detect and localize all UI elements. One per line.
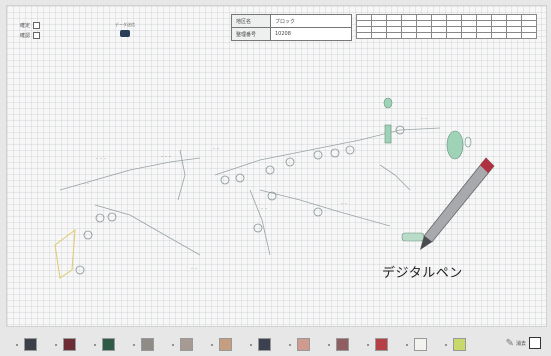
swatch-item (367, 338, 406, 351)
bullet (133, 343, 135, 346)
pen-caption: デジタルペン (382, 266, 463, 281)
bullet (406, 343, 408, 346)
bullet (55, 343, 57, 346)
swatch-item (445, 338, 484, 351)
color-swatch-11[interactable] (414, 338, 427, 351)
bullet (289, 343, 291, 346)
color-swatch-4[interactable] (141, 338, 154, 351)
swatch-item (172, 338, 211, 351)
color-swatch-3[interactable] (102, 338, 115, 351)
color-palette (0, 333, 551, 356)
swatch-item (211, 338, 250, 351)
tool-area: ✎ 消去 (506, 337, 541, 349)
highlighted-shapes (54, 97, 472, 279)
color-swatch-9[interactable] (336, 338, 349, 351)
swatch-item (55, 338, 94, 351)
swatch-item (16, 338, 55, 351)
bullet (328, 343, 330, 346)
svg-text:・・・: ・・・ (95, 156, 107, 161)
color-swatch-12[interactable] (453, 338, 466, 351)
bullet (250, 343, 252, 346)
sketch-layer: ・・・ ・・・・・ ・・・・・・ ・・・・ (54, 97, 495, 279)
svg-text:・・: ・・ (340, 201, 348, 206)
pen-icon[interactable]: ✎ (506, 338, 514, 349)
svg-text:・・: ・・ (190, 266, 198, 271)
road-lines (59, 127, 441, 256)
square-icon[interactable] (529, 337, 541, 349)
color-swatch-2[interactable] (63, 338, 76, 351)
digital-pen[interactable] (420, 157, 495, 250)
svg-text:・・: ・・ (420, 116, 428, 121)
bullet (445, 343, 447, 346)
color-swatch-10[interactable] (375, 338, 388, 351)
swatch-item (406, 338, 445, 351)
color-swatch-8[interactable] (297, 338, 310, 351)
bullet (172, 343, 174, 346)
swatch-item (94, 338, 133, 351)
color-swatch-5[interactable] (180, 338, 193, 351)
sketch-labels: ・・・ ・・・・・ ・・・・・・ ・・・・ (82, 116, 428, 271)
swatch-item (133, 338, 172, 351)
svg-text:・・・: ・・・ (160, 154, 172, 159)
color-swatch-6[interactable] (219, 338, 232, 351)
color-swatch-1[interactable] (24, 338, 37, 351)
svg-text:・・: ・・ (212, 146, 220, 151)
bullet (94, 343, 96, 346)
markers (75, 125, 405, 275)
bullet (211, 343, 213, 346)
swatch-item (328, 338, 367, 351)
erase-label[interactable]: 消去 (516, 340, 526, 347)
svg-text:・・: ・・ (260, 206, 268, 211)
bullet (16, 343, 18, 346)
swatch-item (250, 338, 289, 351)
color-swatch-7[interactable] (258, 338, 271, 351)
swatch-item (289, 338, 328, 351)
bullet (367, 343, 369, 346)
svg-text:・・: ・・ (82, 181, 90, 186)
